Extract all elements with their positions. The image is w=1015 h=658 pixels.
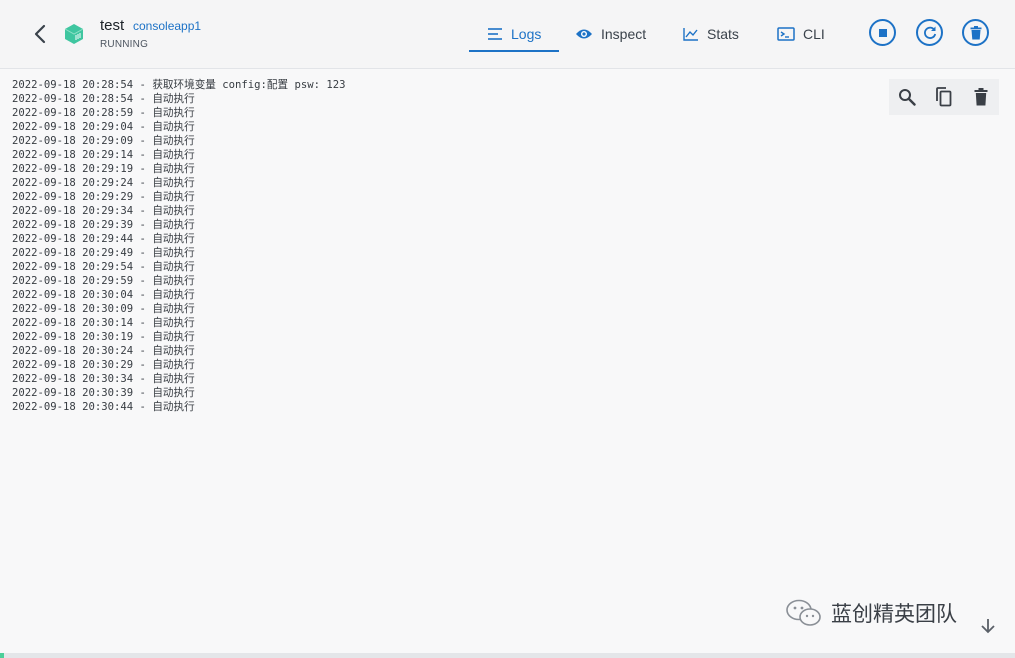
search-logs-button[interactable] [895,85,919,109]
copy-logs-button[interactable] [932,85,956,109]
log-line: 2022-09-18 20:29:49 - 自动执行 [12,247,195,259]
log-line: 2022-09-18 20:29:39 - 自动执行 [12,219,195,231]
log-line: 2022-09-18 20:28:54 - 获取环境变量 config:配置 p… [12,79,346,91]
log-line: 2022-09-18 20:29:14 - 自动执行 [12,149,195,161]
log-line: 2022-09-18 20:29:19 - 自动执行 [12,163,195,175]
log-line: 2022-09-18 20:30:44 - 自动执行 [12,401,195,413]
log-line: 2022-09-18 20:29:44 - 自动执行 [12,233,195,245]
tab-inspect[interactable]: Inspect [575,16,646,52]
log-toolbar [889,79,999,115]
restart-icon [923,26,936,39]
delete-button[interactable] [962,19,989,46]
watermark-text: 蓝创精英团队 [831,602,957,626]
tab-cli-label: CLI [803,26,825,42]
log-line: 2022-09-18 20:29:59 - 自动执行 [12,275,195,287]
log-line: 2022-09-18 20:30:09 - 自动执行 [12,303,195,315]
log-line: 2022-09-18 20:30:29 - 自动执行 [12,359,195,371]
log-line: 2022-09-18 20:29:29 - 自动执行 [12,191,195,203]
tab-cli[interactable]: CLI [777,16,825,52]
log-line: 2022-09-18 20:30:39 - 自动执行 [12,387,195,399]
tab-logs-label: Logs [511,26,542,42]
container-cube-icon [63,23,85,45]
wechat-icon [786,599,821,626]
line-chart-icon [683,28,698,41]
log-line: 2022-09-18 20:28:54 - 自动执行 [12,93,195,105]
image-link[interactable]: consoleapp1 [133,19,201,33]
container-header: test consoleapp1 RUNNING Logs Inspect St… [0,0,1015,69]
log-line: 2022-09-18 20:29:34 - 自动执行 [12,205,195,217]
container-status: RUNNING [100,39,149,50]
terminal-icon [777,27,795,41]
log-line: 2022-09-18 20:30:34 - 自动执行 [12,373,195,385]
restart-button[interactable] [916,19,943,46]
log-line: 2022-09-18 20:29:09 - 自动执行 [12,135,195,147]
active-tab-indicator [469,50,559,52]
log-line: 2022-09-18 20:30:14 - 自动执行 [12,317,195,329]
bottom-scrollbar[interactable] [0,653,1015,658]
log-line: 2022-09-18 20:29:04 - 自动执行 [12,121,195,133]
logs-lines-icon [488,28,502,40]
watermark: 蓝创精英团队 [785,598,957,628]
log-list: 2022-09-18 20:28:54 - 获取环境变量 config:配置 p… [12,78,346,414]
log-line: 2022-09-18 20:30:19 - 自动执行 [12,331,195,343]
log-line: 2022-09-18 20:30:04 - 自动执行 [12,289,195,301]
clear-logs-button[interactable] [969,85,993,109]
arrow-down-icon[interactable] [978,616,998,636]
tab-stats-label: Stats [707,26,739,42]
trash-icon [974,88,988,106]
tab-inspect-label: Inspect [601,26,647,42]
stop-button[interactable] [869,19,896,46]
chevron-left-icon[interactable] [32,24,50,44]
stop-icon [878,28,887,37]
eye-icon [576,29,592,39]
running-indicator [0,653,4,658]
tab-stats[interactable]: Stats [683,16,739,52]
copy-icon [936,87,952,107]
search-icon [899,89,917,106]
log-line: 2022-09-18 20:29:54 - 自动执行 [12,261,195,273]
log-line: 2022-09-18 20:29:24 - 自动执行 [12,177,195,189]
log-line: 2022-09-18 20:30:24 - 自动执行 [12,345,195,357]
log-line: 2022-09-18 20:28:59 - 自动执行 [12,107,195,119]
trash-icon [970,25,981,39]
container-name: test [100,17,125,34]
tab-logs[interactable]: Logs [487,16,541,52]
log-panel[interactable]: 2022-09-18 20:28:54 - 获取环境变量 config:配置 p… [4,70,1015,653]
